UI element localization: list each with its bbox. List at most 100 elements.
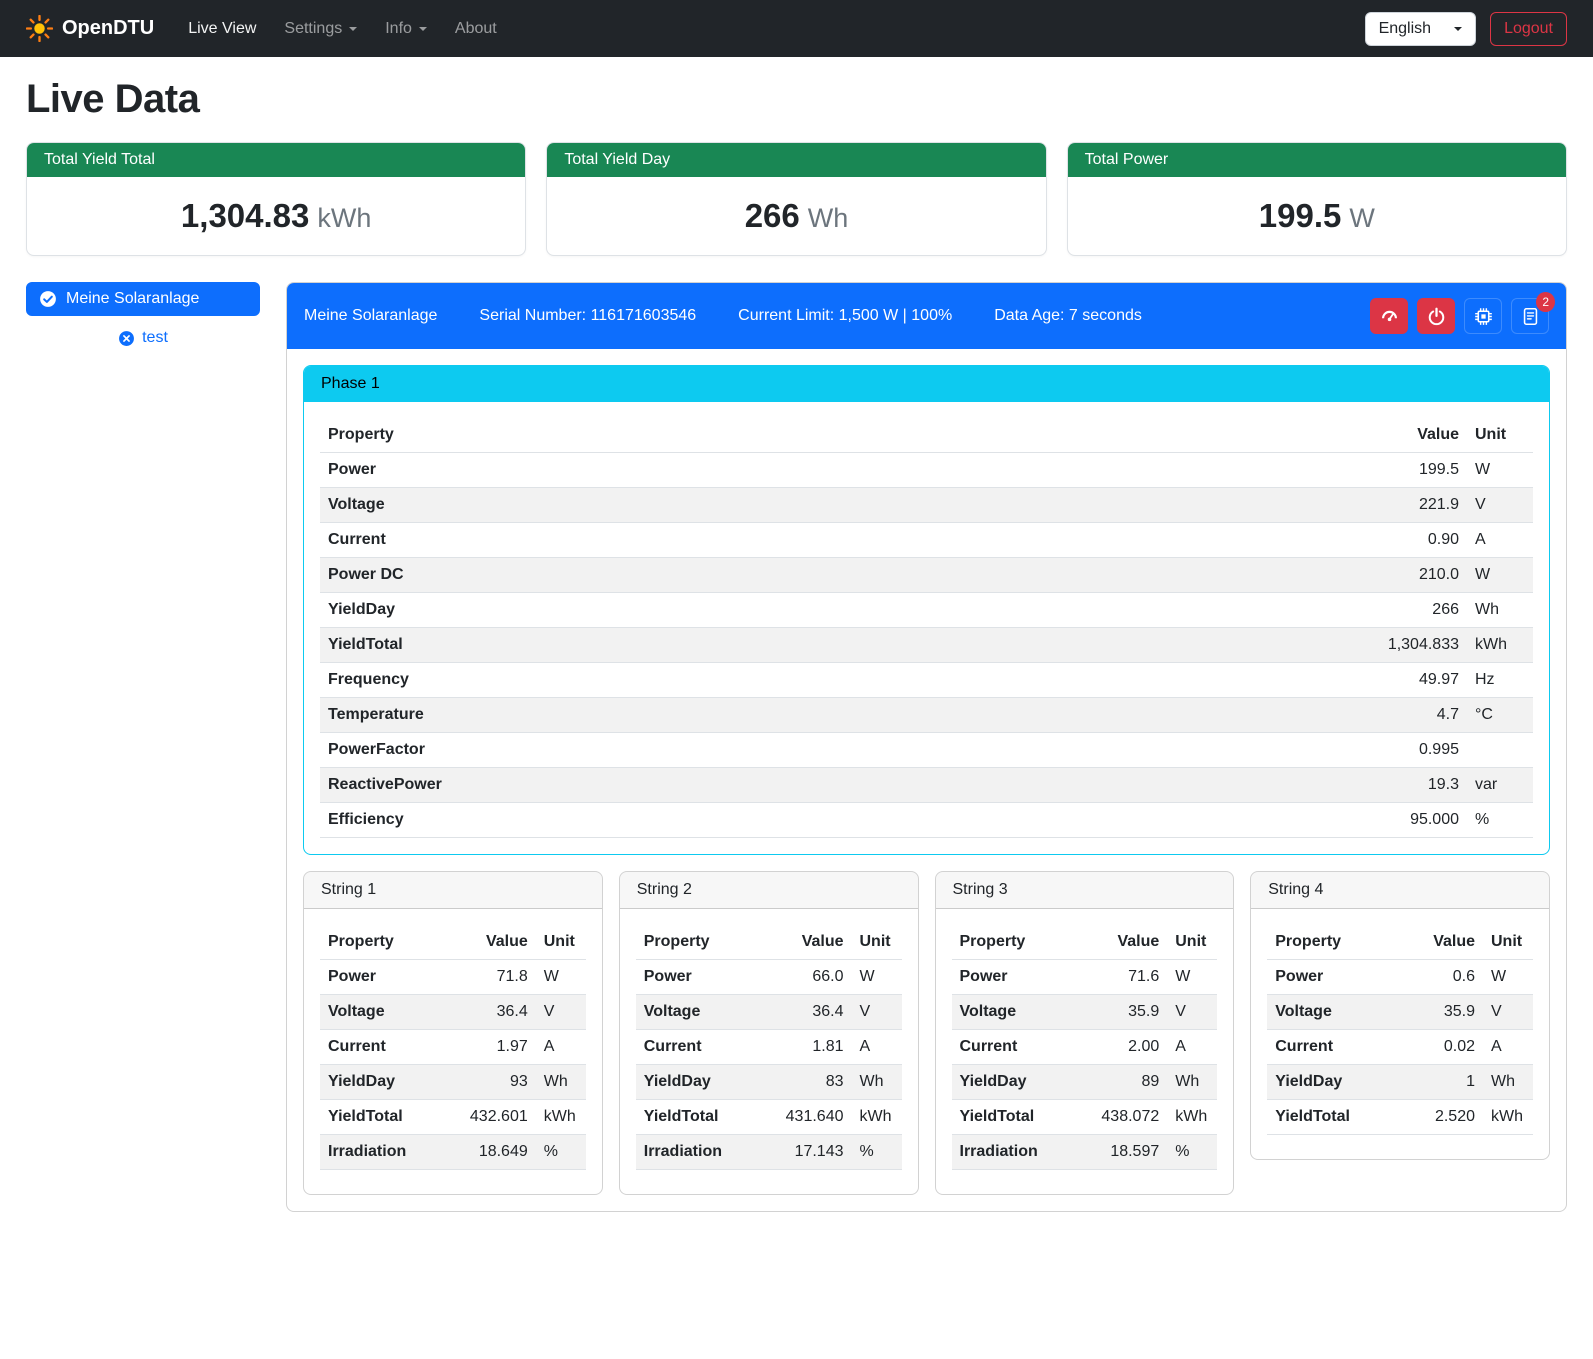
summary-cards-row: Total Yield Total 1,304.83kWh Total Yiel… bbox=[26, 142, 1567, 256]
unit-cell: V bbox=[1483, 995, 1533, 1030]
value-cell: 199.5 bbox=[1337, 453, 1467, 488]
table-header-row: Property Value Unit bbox=[320, 925, 586, 960]
value-cell: 1.97 bbox=[452, 1030, 536, 1065]
header-value: Value bbox=[768, 925, 852, 960]
property-cell: Power DC bbox=[320, 558, 1337, 593]
nav-about[interactable]: About bbox=[443, 12, 509, 46]
header-unit: Unit bbox=[1483, 925, 1533, 960]
summary-card: Total Yield Total 1,304.83kWh bbox=[26, 142, 526, 256]
property-cell: YieldTotal bbox=[320, 1100, 452, 1135]
property-cell: Voltage bbox=[952, 995, 1084, 1030]
table-row: Irradiation 18.649 % bbox=[320, 1135, 586, 1170]
table-row: Current 0.90 A bbox=[320, 523, 1533, 558]
phase-card: Phase 1 Property Value Unit bbox=[303, 365, 1550, 855]
table-row: Current 1.81 A bbox=[636, 1030, 902, 1065]
summary-card-body: 266Wh bbox=[547, 177, 1045, 255]
nav-live-view[interactable]: Live View bbox=[176, 12, 268, 46]
string-card: String 1 Property Value Unit bbox=[303, 871, 603, 1195]
value-cell: 36.4 bbox=[452, 995, 536, 1030]
string-table: Property Value Unit bbox=[636, 925, 902, 1170]
table-row: Current 0.02 A bbox=[1267, 1030, 1533, 1065]
unit-cell: W bbox=[1467, 558, 1533, 593]
property-cell: Irradiation bbox=[636, 1135, 768, 1170]
string-table: Property Value Unit bbox=[1267, 925, 1533, 1135]
header-unit: Unit bbox=[1167, 925, 1217, 960]
unit-cell: W bbox=[536, 960, 586, 995]
table-row: Frequency 49.97 Hz bbox=[320, 663, 1533, 698]
property-cell: YieldTotal bbox=[952, 1100, 1084, 1135]
value-cell: 2.00 bbox=[1083, 1030, 1167, 1065]
header-property: Property bbox=[952, 925, 1084, 960]
unit-cell: Wh bbox=[852, 1065, 902, 1100]
summary-card-body: 1,304.83kWh bbox=[27, 177, 525, 255]
inverter-card: Meine Solaranlage Serial Number: 1161716… bbox=[286, 282, 1567, 1212]
value-cell: 89 bbox=[1083, 1065, 1167, 1100]
value-cell: 1,304.833 bbox=[1337, 628, 1467, 663]
unit-cell: Wh bbox=[1483, 1065, 1533, 1100]
sidebar: Meine Solaranlage test bbox=[26, 282, 260, 347]
caret-down-icon bbox=[419, 27, 427, 31]
summary-value: 199.5 bbox=[1259, 197, 1342, 234]
table-row: Irradiation 17.143 % bbox=[636, 1135, 902, 1170]
unit-cell: Wh bbox=[536, 1065, 586, 1100]
brand[interactable]: OpenDTU bbox=[26, 15, 154, 42]
table-header-row: Property Value Unit bbox=[1267, 925, 1533, 960]
nav-settings[interactable]: Settings bbox=[272, 12, 369, 46]
check-circle-icon bbox=[39, 290, 57, 308]
property-cell: YieldDay bbox=[636, 1065, 768, 1100]
unit-cell: kWh bbox=[852, 1100, 902, 1135]
value-cell: 266 bbox=[1337, 593, 1467, 628]
table-row: YieldDay 83 Wh bbox=[636, 1065, 902, 1100]
sidebar-item-inverter-selected[interactable]: Meine Solaranlage bbox=[26, 282, 260, 316]
event-count-badge: 2 bbox=[1536, 292, 1555, 312]
value-cell: 221.9 bbox=[1337, 488, 1467, 523]
nav-live-view-label: Live View bbox=[188, 20, 256, 38]
nav-links: Live View Settings Info About bbox=[176, 12, 509, 46]
property-cell: Temperature bbox=[320, 698, 1337, 733]
x-circle-icon[interactable] bbox=[118, 330, 135, 347]
table-row: Voltage 36.4 V bbox=[320, 995, 586, 1030]
summary-unit: W bbox=[1349, 203, 1374, 233]
gauge-icon bbox=[1380, 307, 1399, 326]
table-row: YieldTotal 431.640 kWh bbox=[636, 1100, 902, 1135]
unit-cell: kWh bbox=[536, 1100, 586, 1135]
table-row: ReactivePower 19.3 var bbox=[320, 768, 1533, 803]
strings-row: String 1 Property Value Unit bbox=[303, 871, 1550, 1195]
property-cell: Current bbox=[1267, 1030, 1399, 1065]
inverter-serial: Serial Number: 116171603546 bbox=[479, 307, 696, 325]
phase-table: Property Value Unit Power bbox=[320, 418, 1533, 838]
summary-card-title: Total Power bbox=[1068, 143, 1566, 177]
caret-down-icon bbox=[1454, 27, 1462, 31]
unit-cell: % bbox=[1167, 1135, 1217, 1170]
property-cell: Power bbox=[636, 960, 768, 995]
sidebar-item-test[interactable]: test bbox=[26, 329, 260, 347]
unit-cell: var bbox=[1467, 768, 1533, 803]
summary-card-title: Total Yield Day bbox=[547, 143, 1045, 177]
value-cell: 210.0 bbox=[1337, 558, 1467, 593]
table-row: YieldDay 93 Wh bbox=[320, 1065, 586, 1100]
header-value: Value bbox=[1083, 925, 1167, 960]
device-info-button[interactable] bbox=[1464, 298, 1502, 334]
phase-card-body: Property Value Unit Power bbox=[304, 402, 1549, 854]
value-cell: 2.520 bbox=[1399, 1100, 1483, 1135]
table-row: Efficiency 95.000 % bbox=[320, 803, 1533, 838]
sun-icon bbox=[26, 15, 53, 42]
property-cell: Current bbox=[952, 1030, 1084, 1065]
property-cell: YieldTotal bbox=[320, 628, 1337, 663]
unit-cell: kWh bbox=[1467, 628, 1533, 663]
property-cell: Current bbox=[636, 1030, 768, 1065]
logout-button[interactable]: Logout bbox=[1490, 12, 1567, 46]
unit-cell: kWh bbox=[1167, 1100, 1217, 1135]
value-cell: 17.143 bbox=[768, 1135, 852, 1170]
table-row: Current 2.00 A bbox=[952, 1030, 1218, 1065]
inverter-card-header: Meine Solaranlage Serial Number: 1161716… bbox=[287, 283, 1566, 349]
language-select[interactable]: English bbox=[1365, 12, 1476, 46]
limit-settings-button[interactable] bbox=[1370, 298, 1408, 334]
event-log-button[interactable]: 2 bbox=[1511, 298, 1549, 334]
unit-cell: A bbox=[536, 1030, 586, 1065]
power-button[interactable] bbox=[1417, 298, 1455, 334]
nav-info[interactable]: Info bbox=[373, 12, 439, 46]
header-unit: Unit bbox=[1467, 418, 1533, 453]
value-cell: 0.995 bbox=[1337, 733, 1467, 768]
string-card: String 3 Property Value Unit bbox=[935, 871, 1235, 1195]
